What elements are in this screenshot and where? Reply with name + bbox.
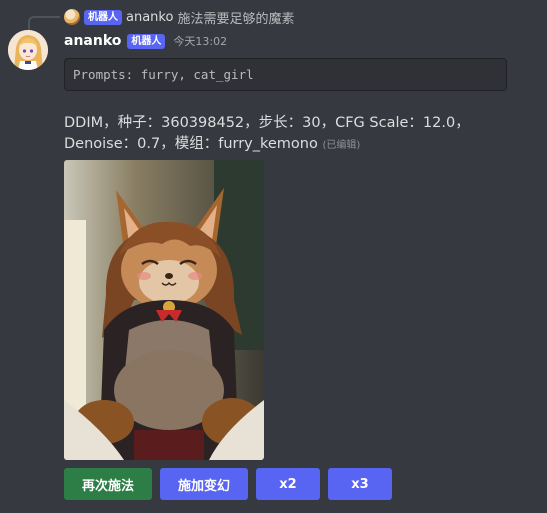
apply-variation-button[interactable]: 施加变幻 [160,468,248,500]
edited-marker: (已编辑) [322,140,361,151]
reply-reference[interactable]: 机器人 ananko 施法需要足够的魔素 [64,8,294,27]
reply-username[interactable]: ananko [126,10,173,25]
prompt-code-text: Prompts: furry, cat_girl [73,67,254,82]
chat-message: 机器人 ananko 施法需要足够的魔素 ananko 机器人 今天13:02 … [0,0,547,513]
reply-connector-line [28,16,60,30]
recast-button[interactable]: 再次施法 [64,468,152,500]
message-header: ananko 机器人 今天13:02 [64,31,227,51]
message-content: DDIM，种子：360398452，步长：30，CFG Scale：12.0，D… [64,113,542,156]
action-buttons: 再次施法 施加变幻 x2 x3 [64,468,392,500]
prompt-code-block: Prompts: furry, cat_girl [64,58,507,91]
reply-bot-badge: 机器人 [84,9,122,25]
reply-avatar-icon [64,9,80,25]
reply-text[interactable]: 施法需要足够的魔素 [177,8,294,27]
timestamp[interactable]: 今天13:02 [173,33,227,49]
furry-character-illustration [64,160,264,460]
anime-girl-avatar-icon [8,30,48,70]
x3-button[interactable]: x3 [328,468,392,500]
generated-image[interactable] [64,160,264,460]
bot-badge: 机器人 [127,33,166,49]
username[interactable]: ananko [64,33,121,49]
avatar[interactable] [8,30,48,70]
x2-button[interactable]: x2 [256,468,320,500]
generation-params-text: DDIM，种子：360398452，步长：30，CFG Scale：12.0，D… [64,115,470,152]
